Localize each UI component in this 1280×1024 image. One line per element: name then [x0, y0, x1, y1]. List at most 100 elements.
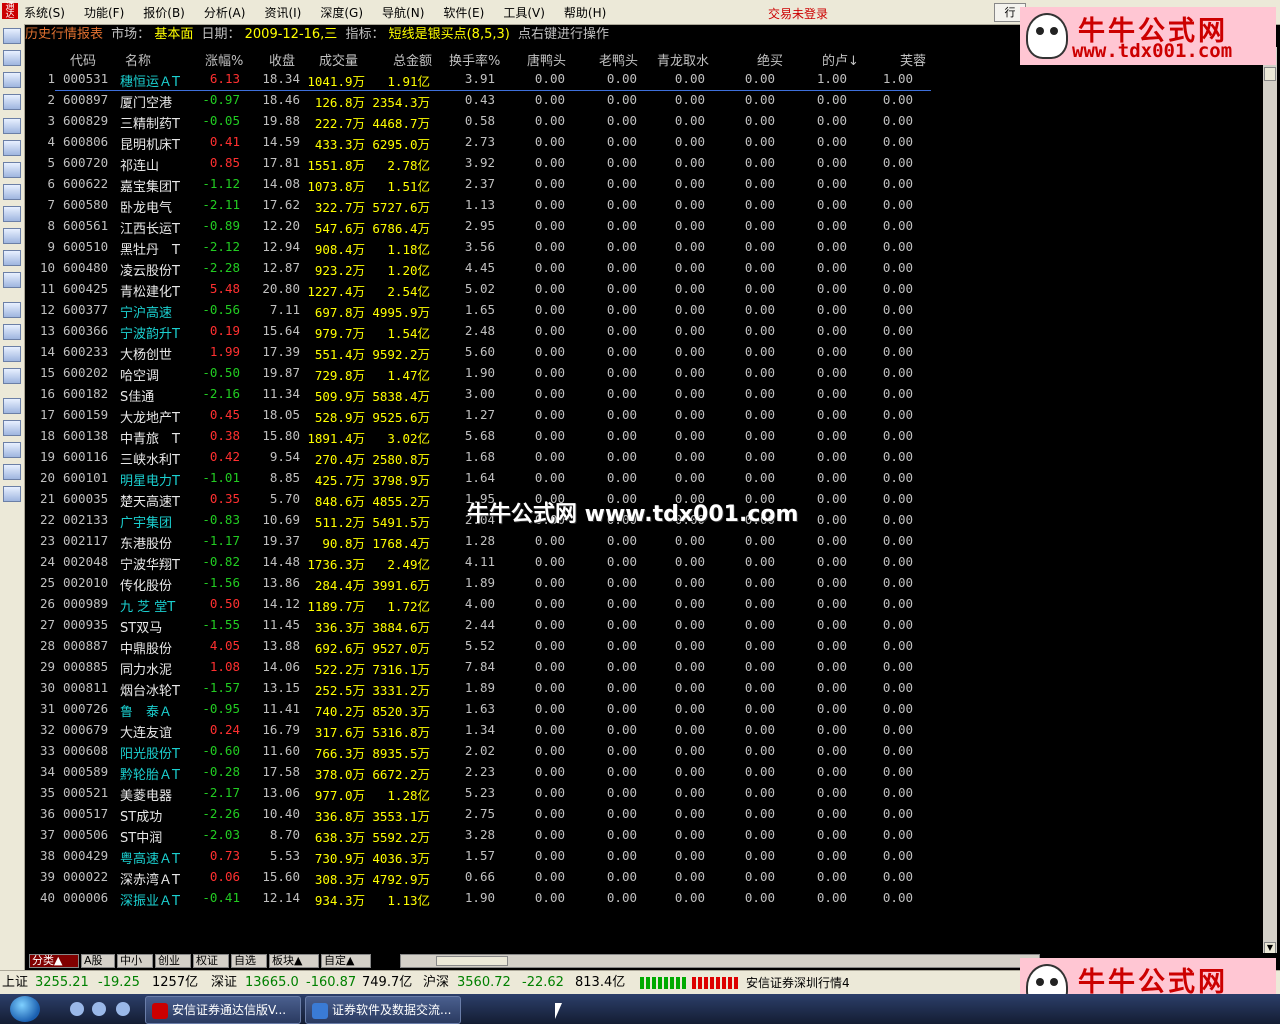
table-row[interactable]: 38 000429 粤高速ＡT 0.73 5.53 730.9万 4036.3万 1.57 0.…	[25, 846, 1263, 867]
column-header-dragon-water[interactable]: 青龙取水	[657, 50, 709, 69]
table-row[interactable]: 16 600182 S佳通 -2.16 11.34 509.9万 5838.4万 3.00 0.…	[25, 384, 1263, 405]
table-row[interactable]: 34 000589 黔轮胎ＡT -0.28 17.58 378.0万 6672.2万 2.23…	[25, 762, 1263, 783]
table-row[interactable]: 30 000811 烟台冰轮T -1.57 13.15 252.5万 3331.2万 1.89…	[25, 678, 1263, 699]
menu-item[interactable]: 系统(S)	[24, 4, 65, 21]
menu-item[interactable]: 深度(G)	[320, 4, 363, 21]
menu-item[interactable]: 软件(E)	[443, 4, 484, 21]
toolbar-icon-16[interactable]	[3, 368, 21, 384]
column-header-change-pct[interactable]: 涨幅%	[205, 50, 243, 69]
tab-custom[interactable]: 自定▲	[321, 954, 371, 968]
table-row[interactable]: 5 600720 祁连山 0.85 17.81 1551.8万 2.78亿 3.92 0.00 0…	[25, 153, 1263, 174]
tab-chinext[interactable]: 创业	[155, 954, 191, 968]
column-header-old-duck-head[interactable]: 老鸭头	[599, 50, 638, 69]
toolbar-icon-8[interactable]	[3, 184, 21, 200]
table-row[interactable]: 14 600233 大杨创世 1.99 17.39 551.4万 9592.2万 5.60 0.…	[25, 342, 1263, 363]
toolbar-icon-5[interactable]	[3, 118, 21, 134]
table-row[interactable]: 29 000885 同力水泥 1.08 14.06 522.2万 7316.1万 7.84 0.…	[25, 657, 1263, 678]
column-header-fu-rong[interactable]: 芙蓉	[900, 50, 926, 69]
column-header-amount[interactable]: 总金额	[393, 50, 432, 69]
table-row[interactable]: 40 000006 深振业ＡT -0.41 12.14 934.3万 1.13亿 1.90 0.…	[25, 888, 1263, 909]
table-row[interactable]: 4 600806 昆明机床T 0.41 14.59 433.3万 6295.0万 2.73 0.…	[25, 132, 1263, 153]
kline-chart-icon[interactable]	[3, 94, 21, 110]
users-icon[interactable]	[3, 206, 21, 222]
tab-warrants[interactable]: 权证	[193, 954, 229, 968]
help-icon[interactable]	[3, 486, 21, 502]
table-row[interactable]: 31 000726 鲁 泰Ａ -0.95 11.41 740.2万 8520.3万 1.63 0…	[25, 699, 1263, 720]
table-row[interactable]: 8 600561 江西长运T -0.89 12.20 547.6万 6786.4万 2.95 0…	[25, 216, 1263, 237]
login-status[interactable]: 交易未登录	[768, 5, 828, 22]
menu-item[interactable]: 导航(N)	[382, 4, 424, 21]
app-logo-icon[interactable]: 通达	[2, 3, 18, 20]
quote-server-name[interactable]: 安信证券深圳行情4	[746, 971, 850, 995]
menu-item[interactable]: 帮助(H)	[564, 4, 606, 21]
table-row[interactable]: 7 600580 卧龙电气 -2.11 17.62 322.7万 5727.6万 1.13 0.…	[25, 195, 1263, 216]
menu-item[interactable]: 资讯(I)	[264, 4, 301, 21]
table-row[interactable]: 6 600622 嘉宝集团T -1.12 14.08 1073.8万 1.51亿 2.37 0.…	[25, 174, 1263, 195]
table-row[interactable]: 11 600425 青松建化T 5.48 20.80 1227.4万 2.54亿 5.02 0.…	[25, 279, 1263, 300]
table-row[interactable]: 20 600101 明星电力T -1.01 8.85 425.7万 3798.9万 1.64 0…	[25, 468, 1263, 489]
browser-icon[interactable]	[116, 1002, 130, 1016]
etf-icon[interactable]	[3, 272, 21, 288]
table-row[interactable]: 23 002117 东港股份 -1.17 19.37 90.8万 1768.4万 1.28 0.…	[25, 531, 1263, 552]
table-row[interactable]: 17 600159 大龙地产T 0.45 18.05 528.9万 9525.6万 1.27 0…	[25, 405, 1263, 426]
column-header-close[interactable]: 收盘	[269, 50, 295, 69]
horizontal-scroll-thumb[interactable]	[436, 956, 508, 966]
toolbar-icon-6[interactable]	[3, 140, 21, 156]
tab-sme[interactable]: 中小	[117, 954, 153, 968]
table-row[interactable]: 10 600480 凌云股份T -2.28 12.87 923.2万 1.20亿 4.45 0.…	[25, 258, 1263, 279]
table-row[interactable]: 28 000887 中鼎股份 4.05 13.88 692.6万 9527.0万 5.52 0.…	[25, 636, 1263, 657]
horizontal-scrollbar[interactable]	[400, 954, 1040, 968]
column-header-name[interactable]: 名称	[125, 50, 151, 69]
table-row[interactable]: 37 000506 ST中润 -2.03 8.70 638.3万 5592.2万 3.28 0.…	[25, 825, 1263, 846]
table-row[interactable]: 9 600510 黑牡丹 T -2.12 12.94 908.4万 1.18亿 3.56 0.0…	[25, 237, 1263, 258]
tab-sectors[interactable]: 板块▲	[269, 954, 319, 968]
back-arrow-icon[interactable]	[3, 442, 21, 458]
taskbar-app-tdx[interactable]: 安信证券通达信版V...	[145, 996, 301, 1024]
menu-item[interactable]: 功能(F)	[84, 4, 124, 21]
table-row[interactable]: 33 000608 阳光股份T -0.60 11.60 766.3万 8935.5万 2.02…	[25, 741, 1263, 762]
tab-category[interactable]: 分类▲	[29, 954, 79, 968]
search-icon[interactable]	[70, 1002, 84, 1016]
column-header-di-lu[interactable]: 的卢↓	[822, 50, 859, 69]
table-row[interactable]: 12 600377 宁沪高速 -0.56 7.11 697.8万 4995.9万 1.65 0.…	[25, 300, 1263, 321]
table-row[interactable]: 32 000679 大连友谊 0.24 16.79 317.6万 5316.8万 1.34 0.…	[25, 720, 1263, 741]
folder-icon[interactable]	[3, 398, 21, 414]
table-row[interactable]: 24 002048 宁波华翔T -0.82 14.48 1736.3万 2.49亿 4.11 0…	[25, 552, 1263, 573]
table-row[interactable]: 36 000517 ST成功 -2.26 10.40 336.8万 3553.1万 2.75 0…	[25, 804, 1263, 825]
toolbar-icon-10[interactable]	[3, 228, 21, 244]
toolbar-icon-13[interactable]	[3, 302, 21, 318]
taskbar-app-browser[interactable]: 证券软件及数据交流...	[305, 996, 461, 1024]
toolbar-icon-1[interactable]	[3, 28, 21, 44]
column-header-jue-mai[interactable]: 绝买	[757, 50, 783, 69]
toolbar-icon-15[interactable]	[3, 346, 21, 362]
table-row[interactable]: 2 600897 厦门空港 -0.97 18.46 126.8万 2354.3万 0.43 0.…	[25, 90, 1263, 111]
line-chart-icon[interactable]	[3, 72, 21, 88]
table-row[interactable]: 3 600829 三精制药T -0.05 19.88 222.7万 4468.7万 0.58 0…	[25, 111, 1263, 132]
table-row[interactable]: 35 000521 美菱电器 -2.17 13.06 977.0万 1.28亿 5.23 0.0…	[25, 783, 1263, 804]
menu-item[interactable]: 工具(V)	[503, 4, 545, 21]
column-header-volume[interactable]: 成交量	[319, 50, 358, 69]
tab-a-shares[interactable]: A股	[81, 954, 115, 968]
forward-arrow-icon[interactable]	[3, 464, 21, 480]
column-header-code[interactable]: 代码	[70, 50, 96, 69]
toolbar-icon-14[interactable]	[3, 324, 21, 340]
search-icon[interactable]	[3, 250, 21, 266]
table-row[interactable]: 1 000531 穗恒运ＡT 6.13 18.34 1041.9万 1.91亿 3.91 0.0…	[25, 69, 1263, 90]
menu-item[interactable]: 分析(A)	[204, 4, 246, 21]
vertical-scrollbar[interactable]: ▼	[1263, 47, 1277, 955]
link-icon[interactable]	[3, 420, 21, 436]
menu-item[interactable]: 报价(B)	[143, 4, 185, 21]
table-row[interactable]: 19 600116 三峡水利T 0.42 9.54 270.4万 2580.8万 1.68 0.…	[25, 447, 1263, 468]
column-header-tang-duck-head[interactable]: 唐鸭头	[527, 50, 566, 69]
ie-icon[interactable]	[92, 1002, 106, 1016]
table-row[interactable]: 27 000935 ST双马 -1.55 11.45 336.3万 3884.6万 2.44 0…	[25, 615, 1263, 636]
table-row[interactable]: 18 600138 中青旅 T 0.38 15.80 1891.4万 3.02亿 5.68 0.…	[25, 426, 1263, 447]
table-row[interactable]: 39 000022 深赤湾ＡT 0.06 15.60 308.3万 4792.9万 0.66 0…	[25, 867, 1263, 888]
start-button-icon[interactable]	[10, 996, 40, 1022]
table-row[interactable]: 13 600366 宁波韵升T 0.19 15.64 979.7万 1.54亿 2.48 0.0…	[25, 321, 1263, 342]
tab-watchlist[interactable]: 自选	[231, 954, 267, 968]
toolbar-icon-2[interactable]	[3, 50, 21, 66]
toolbar-icon-7[interactable]	[3, 162, 21, 178]
table-row[interactable]: 25 002010 传化股份 -1.56 13.86 284.4万 3991.6万 1.89 0…	[25, 573, 1263, 594]
table-row[interactable]: 15 600202 哈空调 -0.50 19.87 729.8万 1.47亿 1.90 0.00…	[25, 363, 1263, 384]
